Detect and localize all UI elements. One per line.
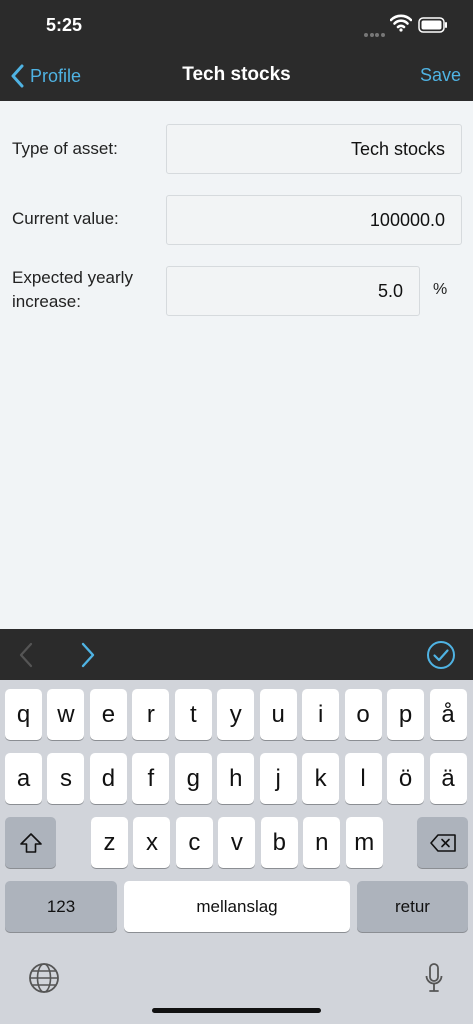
key-x[interactable]: x bbox=[133, 817, 171, 868]
type-of-asset-value: Tech stocks bbox=[350, 138, 445, 159]
space-key[interactable]: mellanslag bbox=[124, 881, 350, 932]
current-value-value: 100000.0 bbox=[369, 209, 445, 230]
keyboard-toolbar bbox=[0, 629, 473, 680]
return-key[interactable]: retur bbox=[357, 881, 468, 932]
key-a[interactable]: a bbox=[5, 753, 42, 804]
key-r[interactable]: r bbox=[132, 689, 170, 740]
key-o[interactable]: o bbox=[344, 689, 382, 740]
key-w[interactable]: w bbox=[47, 689, 85, 740]
key-u[interactable]: u bbox=[259, 689, 297, 740]
signal-icon bbox=[364, 24, 386, 37]
type-of-asset-input[interactable]: Tech stocks bbox=[166, 124, 462, 174]
shift-icon bbox=[19, 832, 42, 853]
key-ä[interactable]: ä bbox=[429, 753, 467, 804]
key-m[interactable]: m bbox=[345, 817, 383, 868]
checkmark-circle-icon bbox=[427, 641, 455, 669]
backspace-icon bbox=[429, 833, 456, 852]
globe-icon[interactable] bbox=[28, 962, 60, 999]
chevron-right-icon bbox=[81, 642, 95, 668]
battery-icon bbox=[418, 17, 448, 38]
key-b[interactable]: b bbox=[260, 817, 298, 868]
status-bar: 5:25 bbox=[0, 0, 473, 50]
expected-increase-label: Expected yearly increase: bbox=[12, 266, 133, 314]
previous-field-button[interactable] bbox=[18, 642, 34, 673]
key-h[interactable]: h bbox=[217, 753, 255, 804]
save-button[interactable]: Save bbox=[420, 65, 461, 86]
current-value-label: Current value: bbox=[12, 209, 119, 228]
key-z[interactable]: z bbox=[91, 817, 128, 868]
keyboard: qwertyuiopå asdfghjklöä zxcvbnm 123 mell… bbox=[0, 680, 473, 1024]
expected-increase-value: 5.0 bbox=[377, 280, 403, 301]
key-g[interactable]: g bbox=[174, 753, 212, 804]
backspace-key[interactable] bbox=[417, 817, 468, 868]
type-of-asset-label: Type of asset: bbox=[12, 139, 118, 158]
shift-key[interactable] bbox=[5, 817, 56, 868]
key-n[interactable]: n bbox=[303, 817, 341, 868]
key-i[interactable]: i bbox=[302, 689, 340, 740]
expected-increase-input[interactable]: 5.0 bbox=[166, 266, 420, 316]
key-e[interactable]: e bbox=[89, 689, 127, 740]
key-d[interactable]: d bbox=[89, 753, 127, 804]
home-indicator bbox=[152, 1008, 321, 1013]
key-f[interactable]: f bbox=[132, 753, 170, 804]
key-l[interactable]: l bbox=[344, 753, 382, 804]
key-p[interactable]: p bbox=[387, 689, 425, 740]
key-ö[interactable]: ö bbox=[387, 753, 425, 804]
page-title: Tech stocks bbox=[182, 64, 291, 85]
expected-increase-label-line2: increase: bbox=[12, 292, 81, 311]
navigation-bar: Profile Tech stocks Save bbox=[0, 50, 473, 101]
key-y[interactable]: y bbox=[217, 689, 255, 740]
key-v[interactable]: v bbox=[218, 817, 256, 868]
key-å[interactable]: å bbox=[429, 689, 467, 740]
numbers-key[interactable]: 123 bbox=[5, 881, 117, 932]
percent-unit-label: % bbox=[433, 281, 448, 298]
key-k[interactable]: k bbox=[302, 753, 340, 804]
key-q[interactable]: q bbox=[5, 689, 42, 740]
chevron-left-icon bbox=[19, 642, 33, 668]
key-j[interactable]: j bbox=[259, 753, 297, 804]
done-button[interactable] bbox=[426, 640, 456, 675]
status-time: 5:25 bbox=[46, 15, 83, 35]
key-s[interactable]: s bbox=[47, 753, 85, 804]
microphone-icon[interactable] bbox=[424, 962, 444, 999]
expected-increase-label-line1: Expected yearly bbox=[12, 268, 133, 287]
next-field-button[interactable] bbox=[80, 642, 96, 673]
wifi-icon bbox=[389, 14, 413, 37]
key-t[interactable]: t bbox=[174, 689, 212, 740]
current-value-input[interactable]: 100000.0 bbox=[166, 195, 462, 245]
key-c[interactable]: c bbox=[175, 817, 213, 868]
